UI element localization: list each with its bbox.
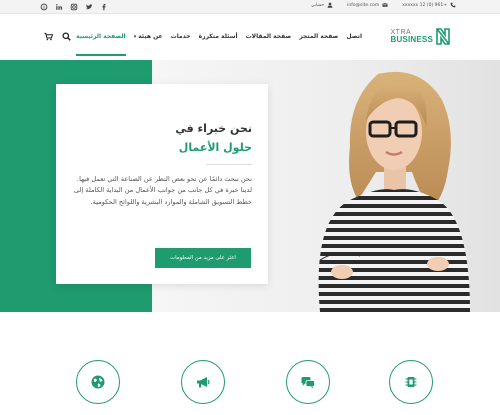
- email-link[interactable]: info@site.com: [347, 2, 388, 8]
- facebook-icon[interactable]: [100, 3, 108, 11]
- menu-item-blog[interactable]: صفحة المقالات: [246, 33, 292, 40]
- chevron-down-icon: ▾: [133, 34, 137, 40]
- menu-item-faq[interactable]: أسئلة متكررة: [199, 33, 238, 40]
- main-nav: XTRA BUSINESS الصفحة الرئيسية عن هيئة ▾ …: [0, 15, 500, 59]
- menu-item-about[interactable]: عن هيئة ▾: [134, 33, 163, 40]
- feature-megaphone[interactable]: [181, 360, 225, 404]
- email-text: info@site.com: [347, 2, 380, 8]
- search-icon[interactable]: [62, 32, 71, 41]
- hero-section: نحن خبراء في حلول الأعمال نحن نبحث دائمً…: [0, 60, 500, 312]
- logo-mark-icon: [436, 28, 450, 45]
- menu: الصفحة الرئيسية عن هيئة ▾ خدمات أسئلة مت…: [76, 33, 362, 56]
- page: S حسابي info@site.com +961 (0) 12 xxxxxx…: [0, 0, 500, 415]
- logo-line2: BUSINESS: [390, 35, 433, 44]
- linkedin-icon[interactable]: [55, 3, 63, 11]
- envelope-icon: [382, 2, 388, 7]
- chat-icon: [301, 377, 315, 389]
- logo[interactable]: XTRA BUSINESS: [391, 28, 451, 45]
- megaphone-icon: [197, 377, 210, 388]
- cart-icon[interactable]: [44, 32, 53, 41]
- hero-title-line1: نحن خبراء في: [175, 122, 252, 135]
- feature-chip[interactable]: [389, 360, 433, 404]
- hero-paragraph: نحن نبحث دائمًا عن نحو بعض النظر عن الصن…: [73, 175, 252, 206]
- features-section: [0, 348, 500, 415]
- hero-card: نحن خبراء في حلول الأعمال نحن نبحث دائمً…: [56, 84, 268, 284]
- twitter-icon[interactable]: [85, 3, 93, 11]
- instagram-icon[interactable]: [70, 3, 78, 11]
- menu-item-shop[interactable]: صفحة المتجر: [299, 33, 338, 40]
- account-label: حسابي: [310, 2, 325, 8]
- phone-link[interactable]: +961 (0) 12 xxxxxx: [402, 2, 456, 8]
- menu-item-about-label: عن هيئة: [138, 33, 163, 40]
- chip-icon: [405, 377, 417, 387]
- hero-photo: [318, 71, 470, 312]
- top-bar: S حسابي info@site.com +961 (0) 12 xxxxxx: [0, 0, 500, 14]
- menu-item-contact[interactable]: اتصل: [346, 33, 362, 40]
- contact-info: حسابي info@site.com +961 (0) 12 xxxxxx: [311, 2, 456, 8]
- social-links: S: [40, 3, 108, 11]
- skype-icon[interactable]: S: [40, 3, 48, 11]
- feature-chat[interactable]: [286, 360, 330, 404]
- feature-globe[interactable]: [76, 360, 120, 404]
- account-link[interactable]: حسابي: [311, 2, 333, 8]
- phone-icon: [450, 2, 456, 8]
- menu-item-home[interactable]: الصفحة الرئيسية: [76, 33, 126, 56]
- menu-item-services[interactable]: خدمات: [171, 33, 191, 40]
- more-info-button[interactable]: اعثر على مزيد من المعلومات: [155, 248, 251, 268]
- globe-icon: [91, 375, 105, 389]
- user-icon: [327, 2, 333, 8]
- logo-text: XTRA BUSINESS: [391, 29, 434, 44]
- phone-text: +961 (0) 12 xxxxxx: [402, 2, 447, 8]
- hero-title-line2: حلول الأعمال: [178, 141, 252, 154]
- svg-text:S: S: [43, 4, 46, 9]
- title-divider: [206, 164, 252, 165]
- nav-icons: [44, 32, 71, 41]
